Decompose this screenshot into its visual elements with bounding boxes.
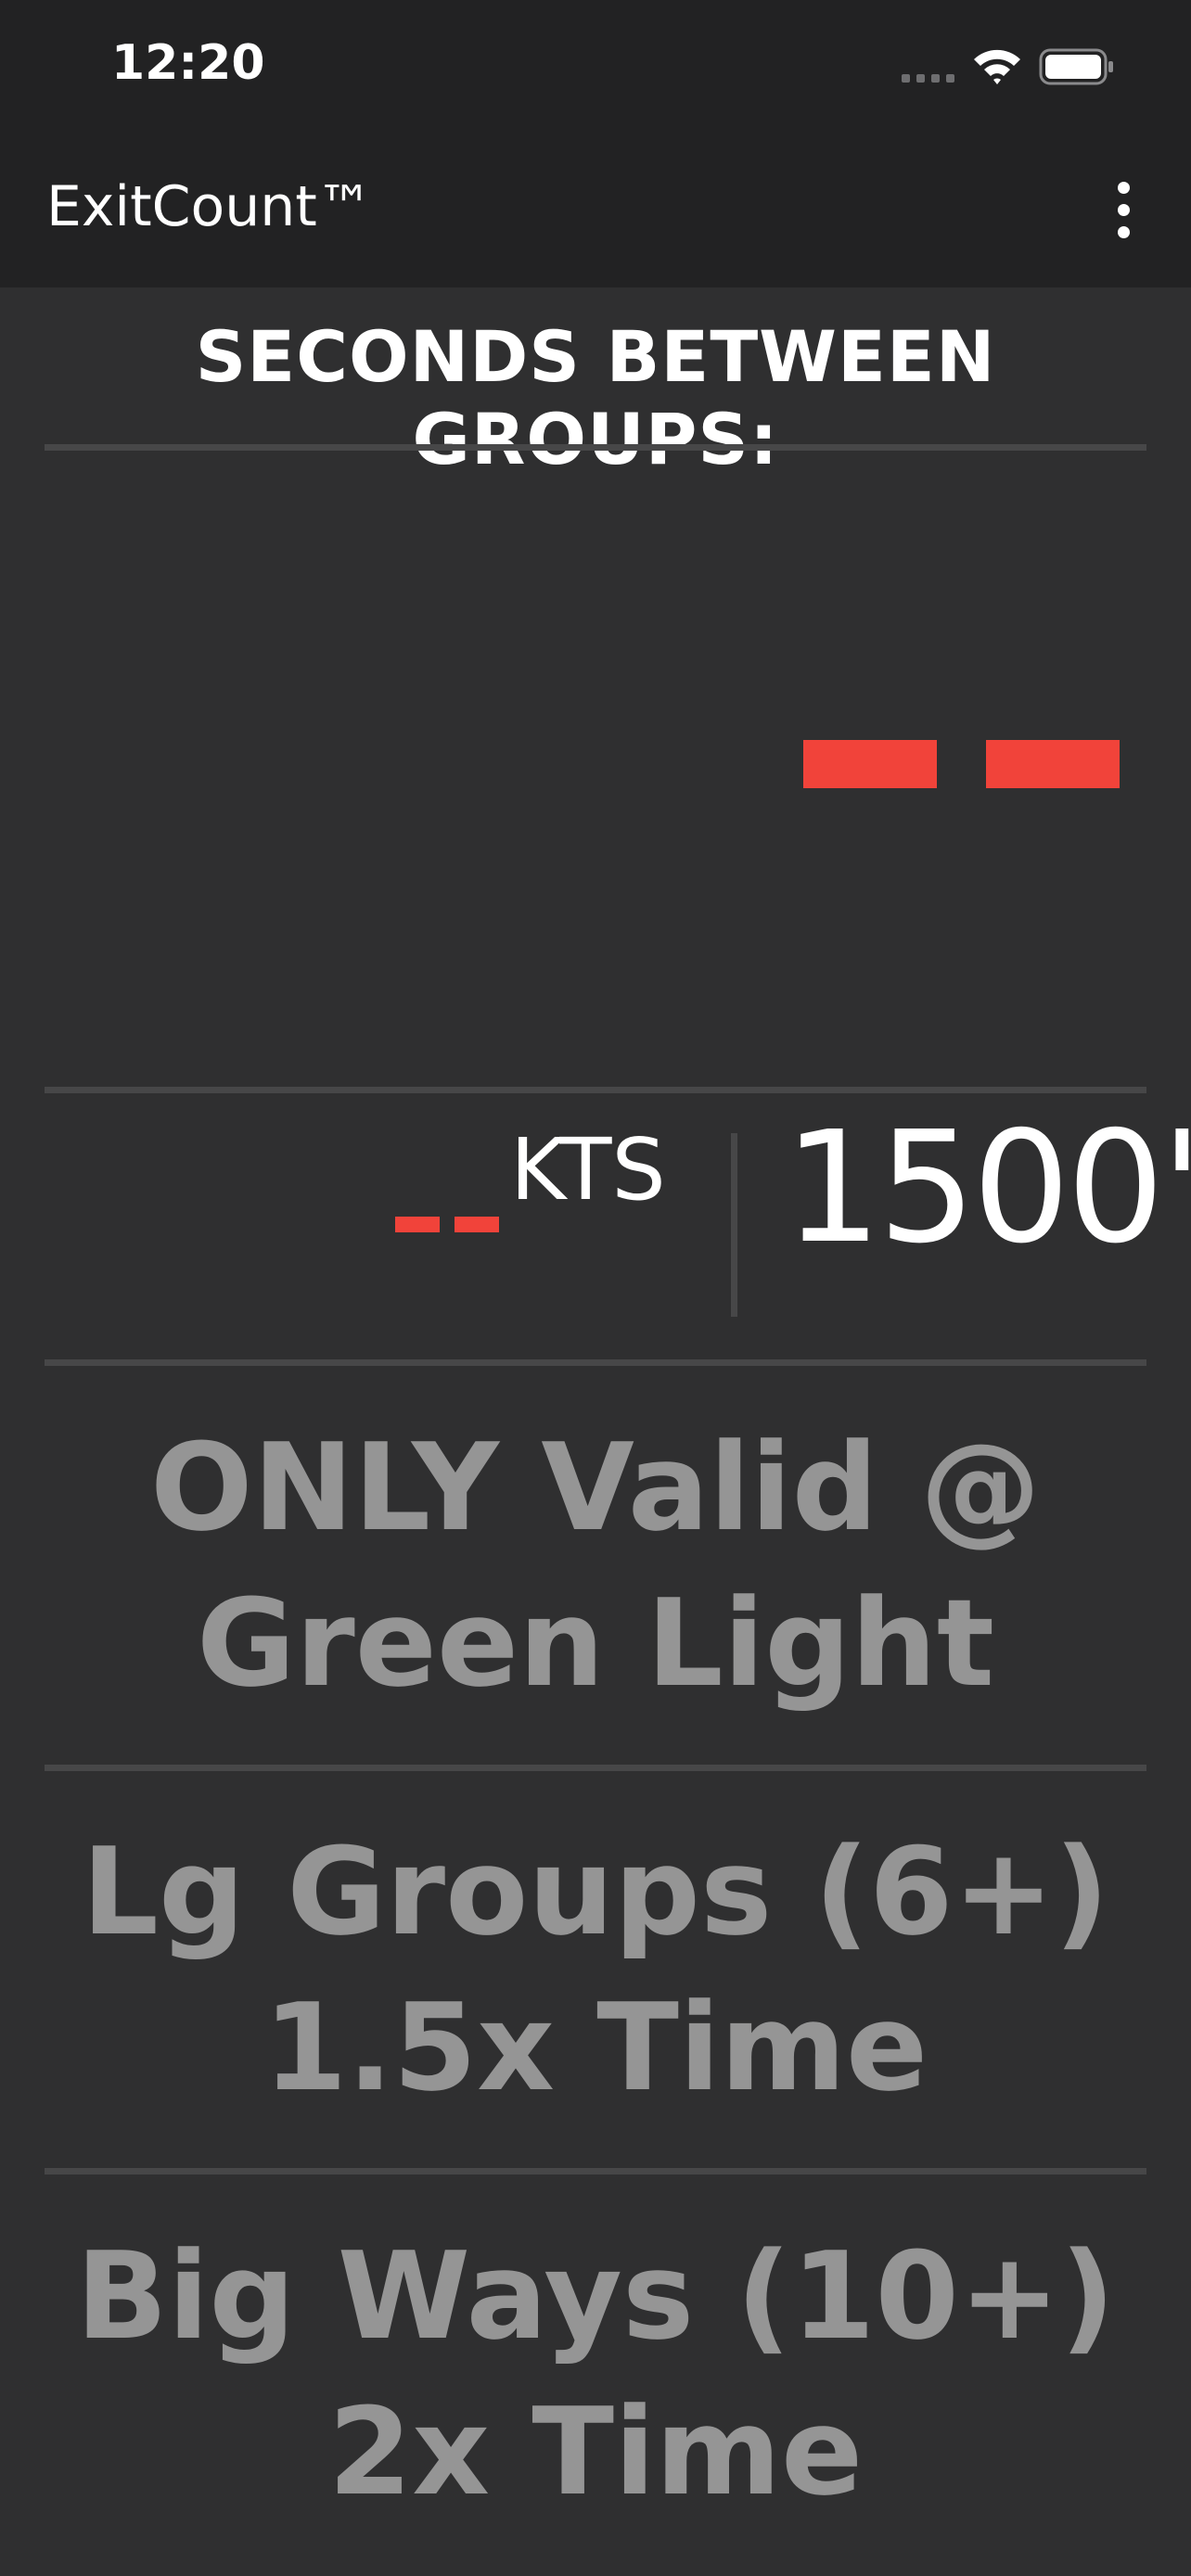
note-green-light: ONLY Valid @ Green Light <box>0 1409 1191 1721</box>
altitude-value[interactable]: 1500' <box>784 1099 1191 1278</box>
divider <box>45 1359 1146 1366</box>
speed-unit-label: KTS <box>510 1120 666 1219</box>
vertical-divider <box>731 1133 737 1317</box>
more-vert-icon[interactable] <box>1100 182 1146 238</box>
divider <box>45 2168 1146 2174</box>
app-screen: 12:20 ExitCount™ SECONDS BETWEEN GROUPS: <box>0 0 1191 2576</box>
app-title: ExitCount™ <box>46 174 373 239</box>
note-line: ONLY Valid @ <box>150 1417 1041 1558</box>
cellular-signal-icon <box>902 74 954 83</box>
divider <box>45 1087 1146 1093</box>
note-line: Green Light <box>196 1573 995 1714</box>
note-big-ways: Big Ways (10+) 2x Time <box>0 2218 1191 2530</box>
battery-icon <box>1039 48 1113 85</box>
divider <box>45 444 1146 451</box>
speed-dash <box>455 1217 499 1232</box>
note-line: 1.5x Time <box>263 1977 928 2118</box>
note-line: Big Ways (10+) <box>75 2225 1116 2366</box>
seconds-dash <box>803 740 937 788</box>
note-large-groups: Lg Groups (6+) 1.5x Time <box>0 1814 1191 2125</box>
status-bar: 12:20 <box>0 0 1191 139</box>
speed-dash <box>395 1217 440 1232</box>
seconds-heading: SECONDS BETWEEN GROUPS: <box>195 315 996 480</box>
divider <box>45 1765 1146 1771</box>
wifi-icon <box>974 49 1020 84</box>
status-time: 12:20 <box>111 35 265 91</box>
note-line: 2x Time <box>327 2381 864 2522</box>
seconds-dash <box>986 740 1120 788</box>
app-bar: ExitCount™ <box>0 139 1191 287</box>
note-line: Lg Groups (6+) <box>82 1821 1109 1962</box>
